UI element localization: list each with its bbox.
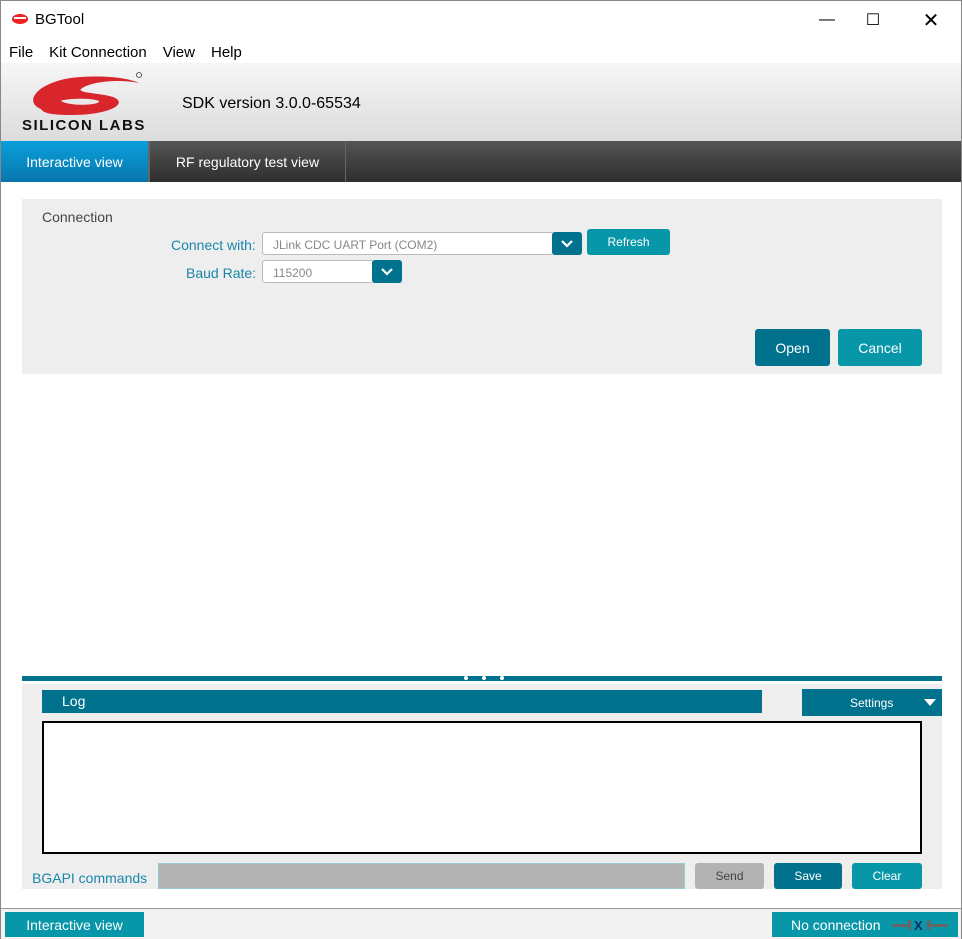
minimize-button[interactable]: — [804, 1, 850, 39]
baud-rate-label: Baud Rate: [186, 265, 257, 281]
menu-kit-connection[interactable]: Kit Connection [41, 39, 155, 63]
log-output[interactable] [42, 721, 922, 854]
tab-rf-regulatory-test-view[interactable]: RF regulatory test view [149, 141, 346, 182]
open-button[interactable]: Open [755, 329, 830, 366]
splitter-dots-icon [464, 676, 504, 681]
baud-rate-dropdown-button[interactable] [372, 260, 402, 283]
logo-text: SILICON LABS [22, 117, 146, 134]
menu-file[interactable]: File [1, 39, 41, 63]
connect-with-select[interactable]: JLink CDC UART Port (COM2) [262, 232, 554, 255]
clear-button[interactable]: Clear [852, 863, 922, 889]
settings-dropdown[interactable]: Settings [802, 689, 942, 716]
menu-bar: File Kit Connection View Help [1, 39, 961, 63]
title-bar: BGTool — ☐ ✕ [1, 1, 961, 39]
save-button[interactable]: Save [774, 863, 842, 889]
chevron-down-icon [381, 268, 393, 276]
connection-status: No connection X [772, 912, 958, 937]
cancel-button[interactable]: Cancel [838, 329, 922, 366]
menu-view[interactable]: View [155, 39, 203, 63]
menu-help[interactable]: Help [203, 39, 250, 63]
log-panel: Log Settings BGAPI commands Send Save Cl… [22, 684, 942, 889]
chevron-down-icon [561, 240, 573, 248]
bgapi-command-input[interactable] [158, 863, 685, 889]
maximize-button[interactable]: ☐ [850, 1, 896, 39]
header: SILICON LABS SDK version 3.0.0-65534 [1, 63, 961, 141]
bgapi-commands-label: BGAPI commands [32, 870, 148, 886]
app-icon [12, 14, 28, 24]
close-button[interactable]: ✕ [908, 1, 954, 39]
silicon-labs-logo [33, 72, 142, 115]
connection-panel: Connection Connect with: JLink CDC UART … [22, 199, 942, 374]
status-bar: Interactive view No connection X [1, 908, 961, 939]
refresh-button[interactable]: Refresh [587, 229, 670, 255]
tab-bar: Interactive view RF regulatory test view [1, 141, 961, 182]
disconnected-plug-icon: X [892, 919, 948, 931]
window-title: BGTool [35, 11, 85, 28]
caret-down-icon [924, 699, 936, 706]
send-button[interactable]: Send [695, 863, 764, 889]
baud-rate-select[interactable]: 115200 [262, 260, 374, 283]
connect-with-dropdown-button[interactable] [552, 232, 582, 255]
status-view-indicator: Interactive view [5, 912, 144, 937]
connection-title: Connection [42, 209, 113, 225]
connect-with-label: Connect with: [171, 237, 256, 253]
connection-status-text: No connection [791, 917, 881, 933]
tab-interactive-view[interactable]: Interactive view [1, 141, 149, 182]
sdk-version: SDK version 3.0.0-65534 [182, 95, 361, 112]
log-header: Log [42, 690, 762, 713]
svg-text:X: X [914, 919, 923, 931]
settings-label: Settings [850, 696, 894, 710]
